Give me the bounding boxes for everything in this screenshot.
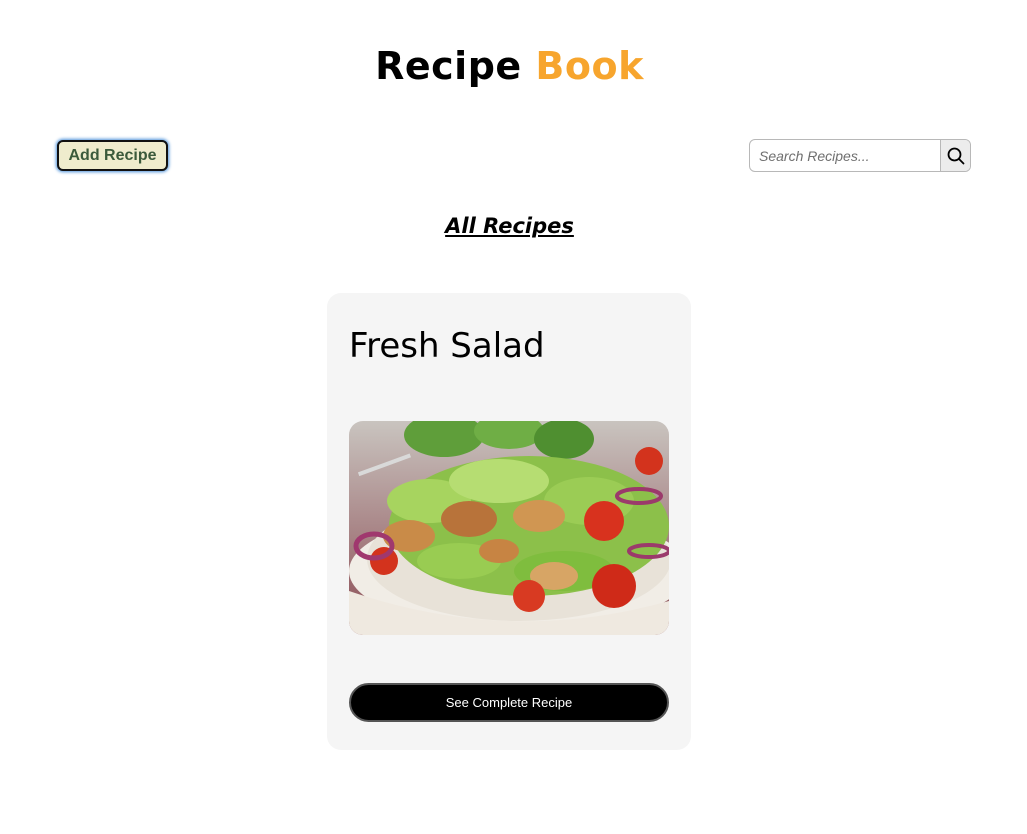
recipe-card: Fresh Salad See Complete Recipe bbox=[327, 293, 691, 750]
recipe-title: Fresh Salad bbox=[349, 326, 545, 366]
search-input[interactable] bbox=[750, 140, 940, 171]
add-recipe-button[interactable]: Add Recipe bbox=[57, 140, 168, 171]
page: Recipe Book Add Recipe All Recipes Fresh… bbox=[0, 0, 1027, 834]
salad-photo bbox=[349, 421, 669, 635]
search-form bbox=[749, 139, 971, 172]
section-heading: All Recipes bbox=[445, 214, 574, 238]
site-title: Recipe Book bbox=[0, 44, 1019, 88]
recipe-image bbox=[349, 421, 669, 635]
see-complete-recipe-button[interactable]: See Complete Recipe bbox=[349, 683, 669, 722]
site-title-main: Recipe bbox=[375, 44, 522, 88]
site-title-accent: Book bbox=[535, 44, 644, 88]
search-button[interactable] bbox=[940, 140, 970, 171]
search-icon bbox=[947, 147, 964, 164]
